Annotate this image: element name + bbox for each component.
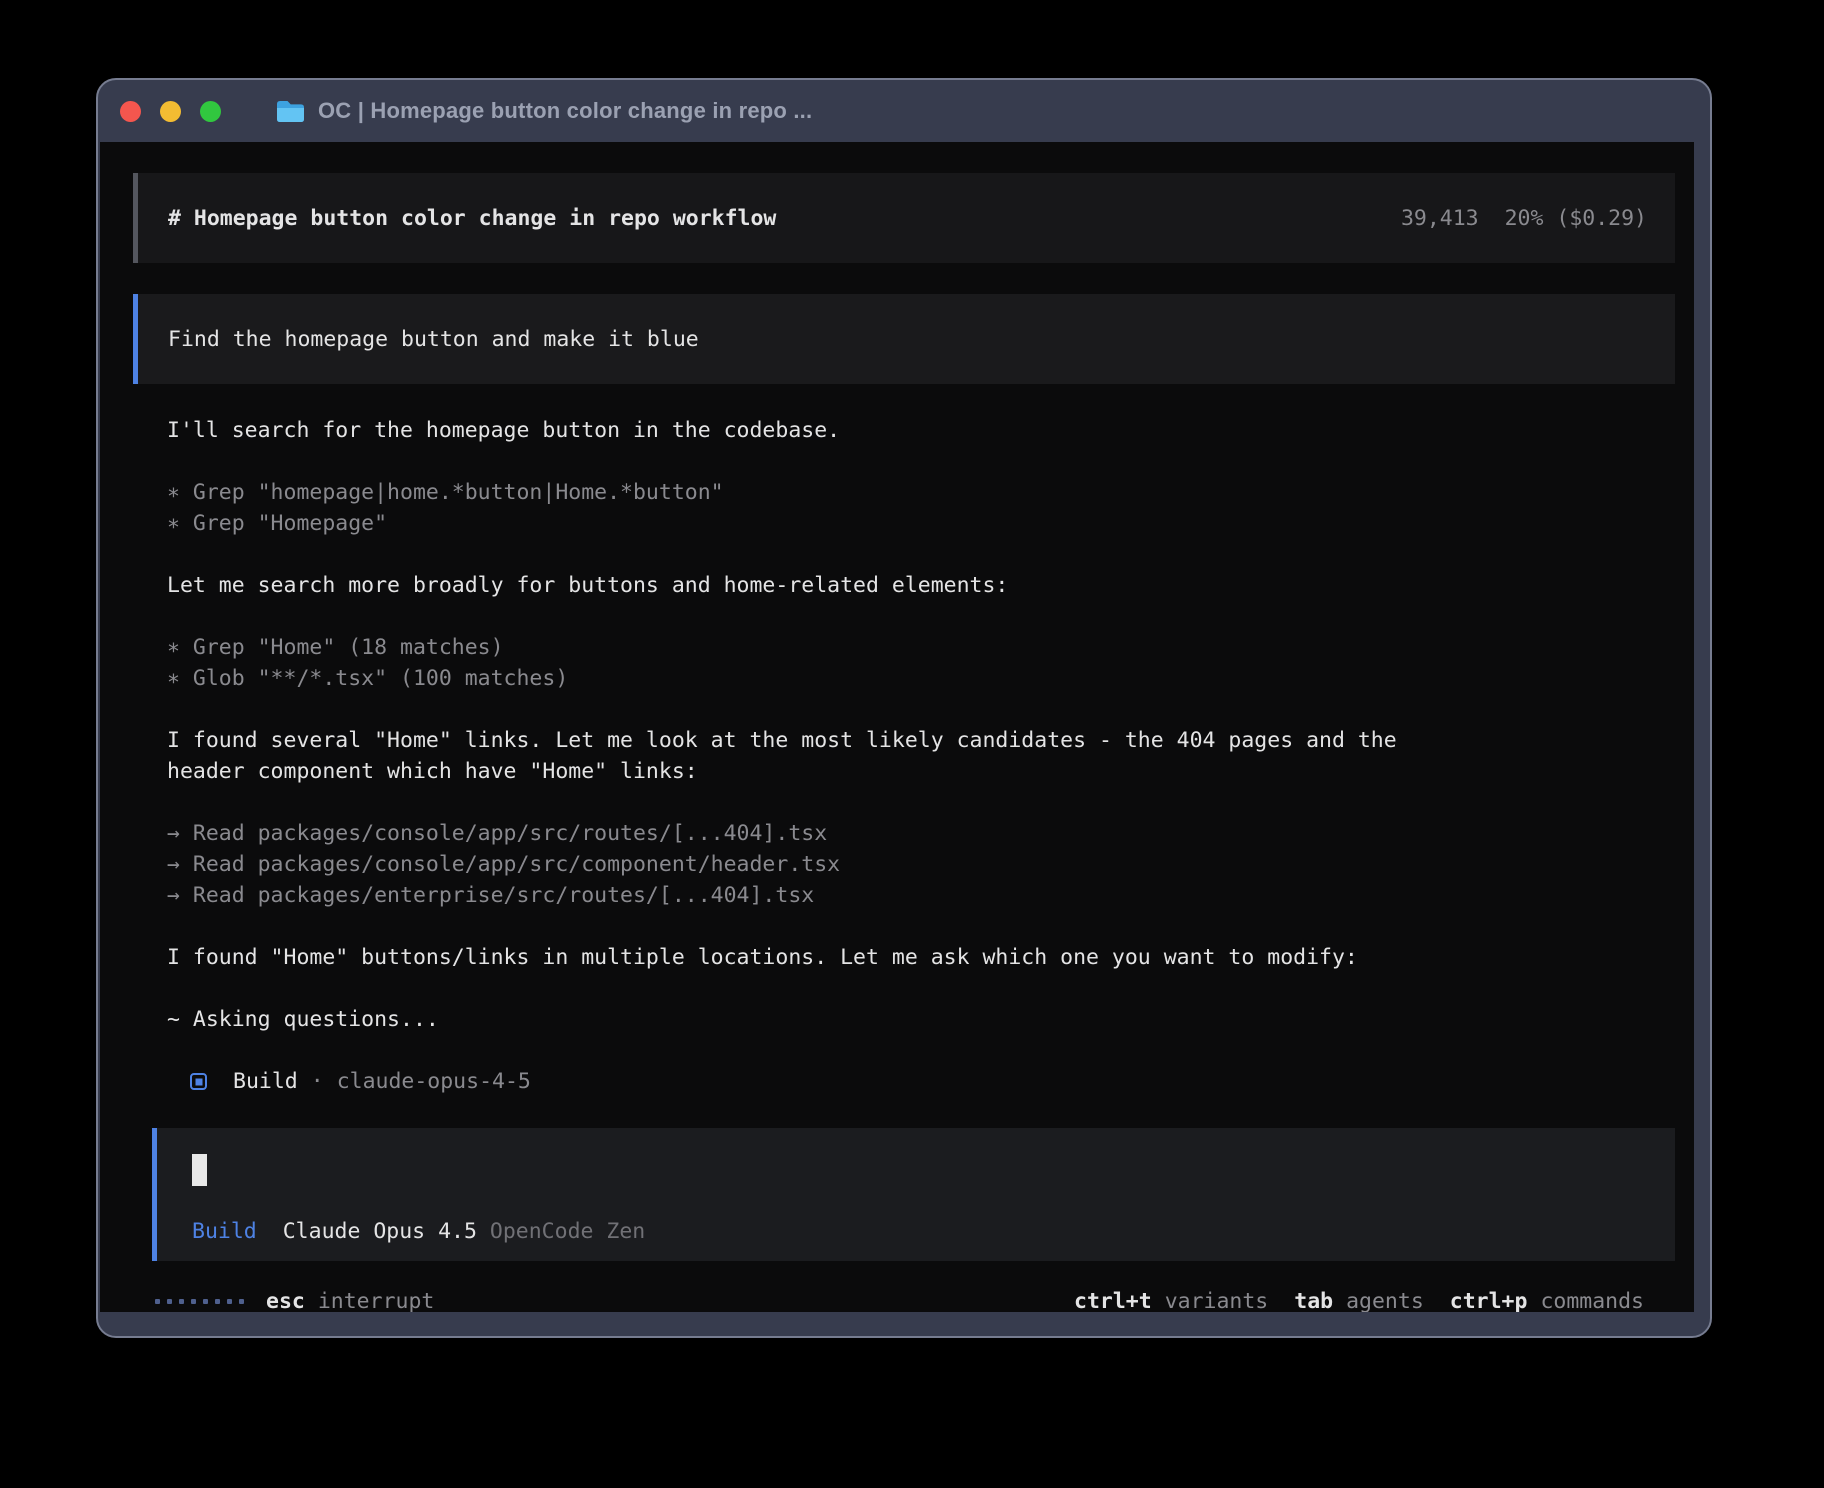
- esc-keybind: esc: [266, 1286, 305, 1312]
- status-bar: esc interrupt ctrl+t variants tab agents…: [155, 1286, 1644, 1312]
- titlebar[interactable]: OC | Homepage button color change in rep…: [98, 80, 1710, 142]
- token-count: 39,413: [1401, 203, 1479, 234]
- terminal-content: # Homepage button color change in repo w…: [100, 142, 1694, 1312]
- window-title: OC | Homepage button color change in rep…: [318, 98, 812, 124]
- session-header: # Homepage button color change in repo w…: [133, 173, 1675, 263]
- assistant-text: header component which have "Home" links…: [167, 756, 1675, 787]
- assistant-text: I'll search for the homepage button in t…: [167, 415, 1675, 446]
- keybind-hints: ctrl+t variants tab agents ctrl+p comman…: [1074, 1286, 1644, 1312]
- traffic-lights: [120, 101, 221, 122]
- text-cursor: [192, 1154, 207, 1186]
- tool-call-grep: ∗ Grep "homepage|home.*button|Home.*butt…: [167, 477, 1675, 508]
- tool-call-read: → Read packages/console/app/src/componen…: [167, 849, 1675, 880]
- close-button[interactable]: [120, 101, 141, 122]
- spinner-dots: [155, 1299, 244, 1304]
- provider-name: OpenCode Zen: [490, 1216, 645, 1247]
- keybind-agents: tab agents: [1294, 1286, 1424, 1312]
- agent-name: Build: [233, 1066, 298, 1097]
- input-status-row: Build Claude Opus 4.5 OpenCode Zen: [192, 1216, 1675, 1247]
- agent-turn-row: Build · claude-opus-4-5: [167, 1066, 1675, 1097]
- folder-icon: [275, 99, 306, 124]
- active-agent-badge: Build: [192, 1216, 257, 1247]
- conversation: I'll search for the homepage button in t…: [167, 415, 1675, 1097]
- tool-call-read: → Read packages/console/app/src/routes/[…: [167, 818, 1675, 849]
- esc-keybind-label: interrupt: [318, 1286, 435, 1312]
- prompt-input[interactable]: Build Claude Opus 4.5 OpenCode Zen: [152, 1128, 1675, 1261]
- agent-separator: ·: [311, 1066, 324, 1097]
- tool-call-grep: ∗ Grep "Homepage": [167, 508, 1675, 539]
- minimize-button[interactable]: [160, 101, 181, 122]
- assistant-text: I found "Home" buttons/links in multiple…: [167, 942, 1675, 973]
- user-message-text: Find the homepage button and make it blu…: [168, 324, 699, 355]
- context-cost: 20% ($0.29): [1505, 203, 1647, 234]
- tool-call-glob: ∗ Glob "**/*.tsx" (100 matches): [167, 663, 1675, 694]
- user-message: Find the homepage button and make it blu…: [133, 294, 1675, 384]
- keybind-variants: ctrl+t variants: [1074, 1286, 1268, 1312]
- active-model-name: Claude Opus 4.5: [283, 1216, 477, 1247]
- keybind-commands: ctrl+p commands: [1450, 1286, 1644, 1312]
- agent-model: claude-opus-4-5: [337, 1066, 531, 1097]
- maximize-button[interactable]: [200, 101, 221, 122]
- agent-build-icon: [190, 1073, 207, 1090]
- tool-call-grep: ∗ Grep "Home" (18 matches): [167, 632, 1675, 663]
- tool-call-read: → Read packages/enterprise/src/routes/[.…: [167, 880, 1675, 911]
- scrollbar-track[interactable]: [1694, 142, 1710, 1312]
- terminal-window: OC | Homepage button color change in rep…: [96, 78, 1712, 1338]
- status-asking-questions: ~ Asking questions...: [167, 1004, 1675, 1035]
- assistant-text: I found several "Home" links. Let me loo…: [167, 725, 1675, 756]
- session-title: # Homepage button color change in repo w…: [168, 203, 776, 234]
- session-stats: 39,413 20% ($0.29): [1401, 203, 1647, 234]
- assistant-text: Let me search more broadly for buttons a…: [167, 570, 1675, 601]
